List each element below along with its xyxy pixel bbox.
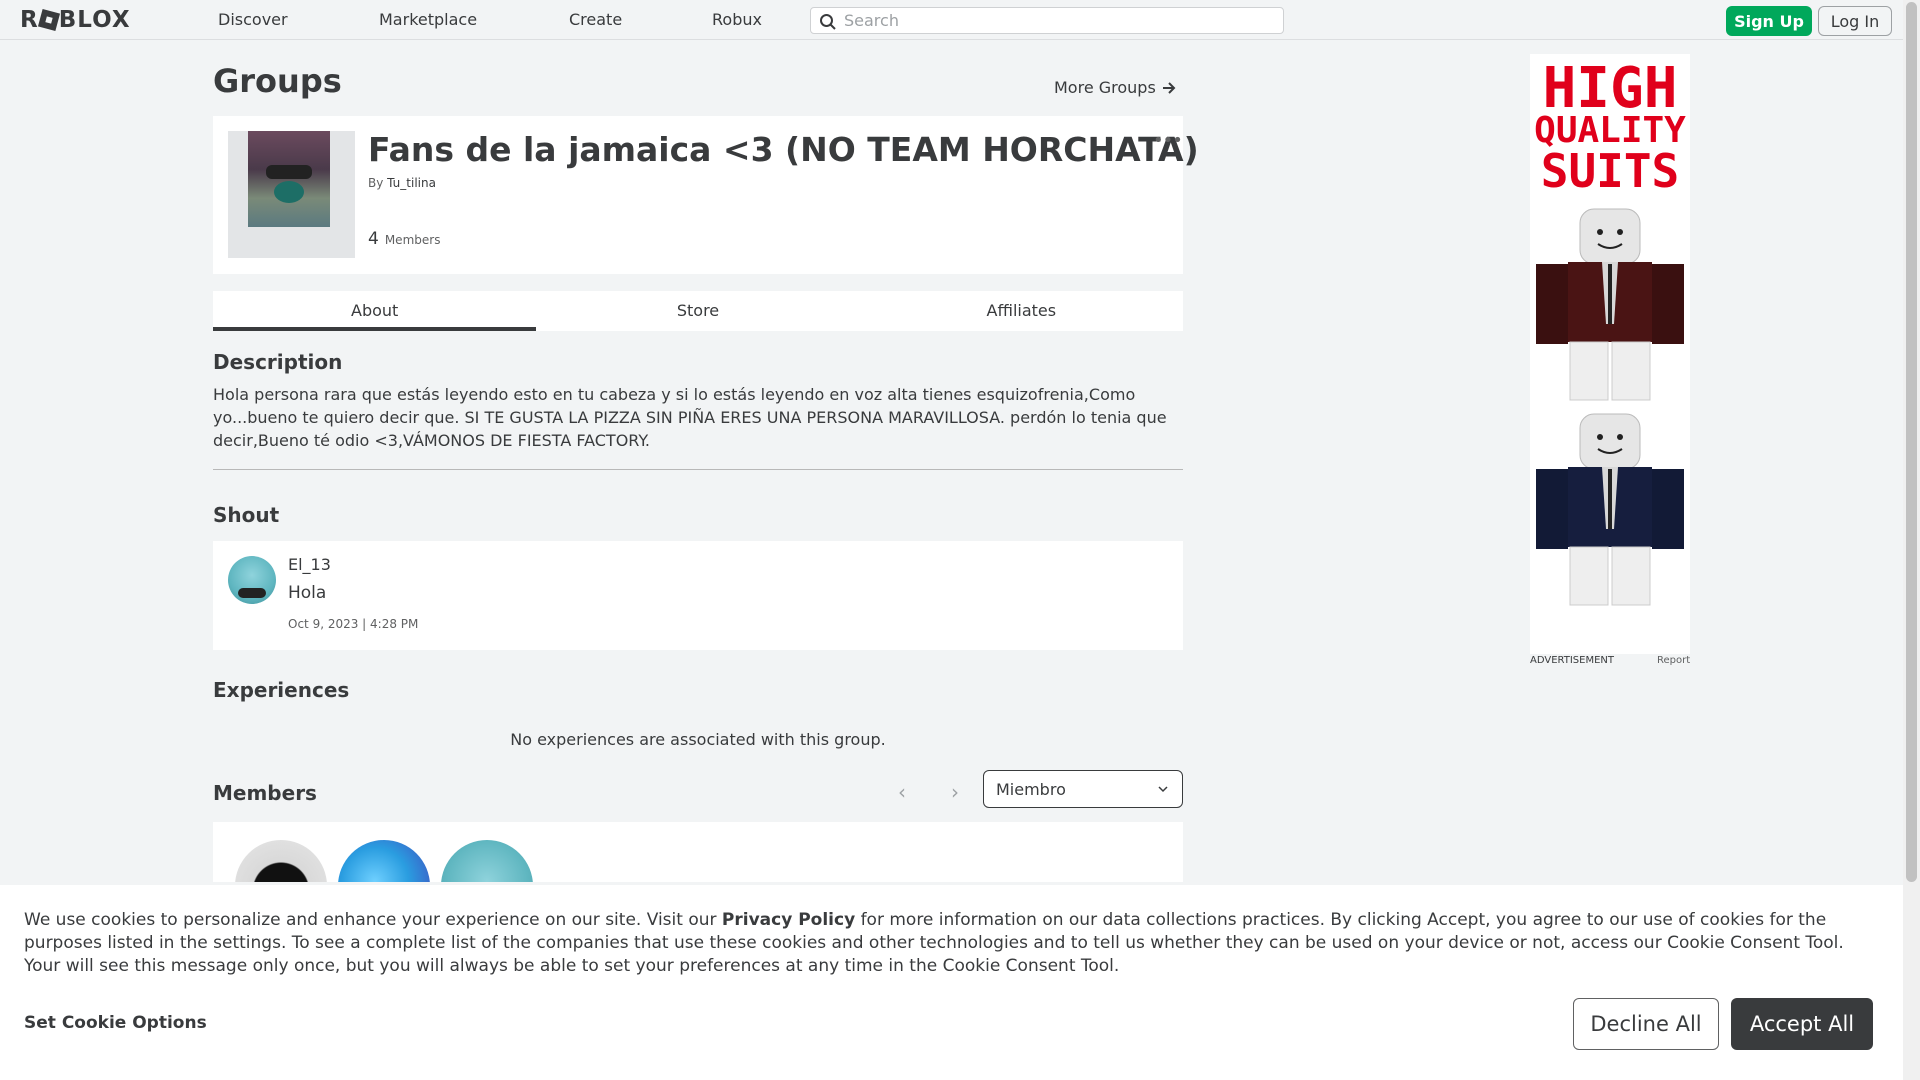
scrollbar-thumb[interactable] — [1906, 2, 1917, 882]
set-cookie-options-link[interactable]: Set Cookie Options — [24, 1013, 207, 1033]
search-input[interactable] — [844, 10, 1274, 31]
description-heading: Description — [213, 350, 343, 374]
cookie-message: We use cookies to personalize and enhanc… — [24, 909, 1884, 978]
roblox-logo[interactable]: R BLOX — [20, 7, 131, 33]
members-list — [213, 822, 1183, 882]
member-avatar[interactable] — [235, 840, 327, 882]
advertisement-banner[interactable]: HIGH QUALITY SUITS — [1530, 54, 1690, 654]
log-in-button[interactable]: Log In — [1818, 6, 1892, 36]
members-heading: Members — [213, 781, 317, 805]
shout-username[interactable]: El_13 — [288, 555, 331, 574]
section-divider — [213, 469, 1183, 470]
members-next-icon[interactable]: › — [951, 780, 959, 804]
nav-create[interactable]: Create — [569, 10, 622, 29]
role-dropdown[interactable]: Miembro — [983, 770, 1183, 808]
top-navigation: R BLOX Discover Marketplace Create Robux … — [0, 0, 1903, 40]
members-prev-icon[interactable]: ‹ — [898, 780, 906, 804]
search-icon — [820, 14, 836, 30]
member-avatar[interactable] — [441, 840, 533, 882]
nav-marketplace[interactable]: Marketplace — [379, 10, 477, 29]
experiences-heading: Experiences — [213, 678, 350, 702]
ad-headline-3: SUITS — [1540, 144, 1680, 198]
search-box[interactable] — [810, 7, 1284, 34]
owner-by-label: By — [368, 176, 384, 190]
privacy-policy-link[interactable]: Privacy Policy — [722, 910, 855, 930]
nav-robux[interactable]: Robux — [712, 10, 762, 29]
group-member-count: 4 Members — [368, 229, 440, 249]
role-dropdown-value: Miembro — [996, 780, 1066, 799]
shout-message: Hola — [288, 583, 327, 603]
blue-suit-figure — [1536, 413, 1684, 606]
member-count-label: Members — [384, 233, 441, 247]
tab-affiliates[interactable]: Affiliates — [860, 291, 1183, 331]
tab-about[interactable]: About — [213, 291, 537, 331]
chevron-down-icon — [1158, 786, 1168, 793]
ad-report-link[interactable]: Report — [1657, 655, 1690, 666]
group-header-card: Fans de la jamaica <3 (NO TEAM HORCHATA)… — [213, 116, 1199, 274]
cookie-banner: We use cookies to personalize and enhanc… — [0, 885, 1903, 1080]
shout-card: El_13 Hola Oct 9, 2023 | 4:28 PM — [213, 541, 1183, 650]
nav-discover[interactable]: Discover — [218, 10, 288, 29]
accept-all-button[interactable]: Accept All — [1731, 998, 1873, 1050]
more-groups-link[interactable]: More Groups — [1054, 78, 1176, 97]
page-title: Groups — [213, 62, 342, 100]
tab-store[interactable]: Store — [536, 291, 859, 331]
owner-link[interactable]: Tu_tilina — [387, 176, 436, 190]
group-emblem — [228, 131, 355, 258]
member-count-value: 4 — [368, 229, 379, 249]
experiences-empty-message: No experiences are associated with this … — [510, 730, 886, 749]
description-text: Hola persona rara que estás leyendo esto… — [213, 385, 1167, 450]
shout-avatar[interactable] — [228, 556, 276, 604]
decline-all-button[interactable]: Decline All — [1573, 998, 1719, 1050]
cookie-text-before: We use cookies to personalize and enhanc… — [24, 910, 722, 930]
group-name: Fans de la jamaica <3 (NO TEAM HORCHATA) — [368, 130, 1199, 169]
group-owner-line: By Tu_tilina — [368, 176, 436, 190]
red-suit-figure — [1536, 208, 1684, 401]
group-emblem-image — [248, 131, 330, 227]
member-avatar[interactable] — [338, 840, 430, 882]
arrow-right-icon — [1162, 81, 1176, 94]
more-options-icon[interactable]: ••• — [1153, 130, 1183, 151]
shout-heading: Shout — [213, 503, 280, 527]
group-tabs: About Store Affiliates — [213, 291, 1183, 331]
advertisement-label: ADVERTISEMENT — [1530, 655, 1615, 666]
page-scrollbar[interactable] — [1903, 0, 1920, 1080]
sign-up-button[interactable]: Sign Up — [1726, 6, 1812, 36]
more-groups-label: More Groups — [1054, 78, 1156, 97]
shout-timestamp: Oct 9, 2023 | 4:28 PM — [288, 617, 419, 631]
